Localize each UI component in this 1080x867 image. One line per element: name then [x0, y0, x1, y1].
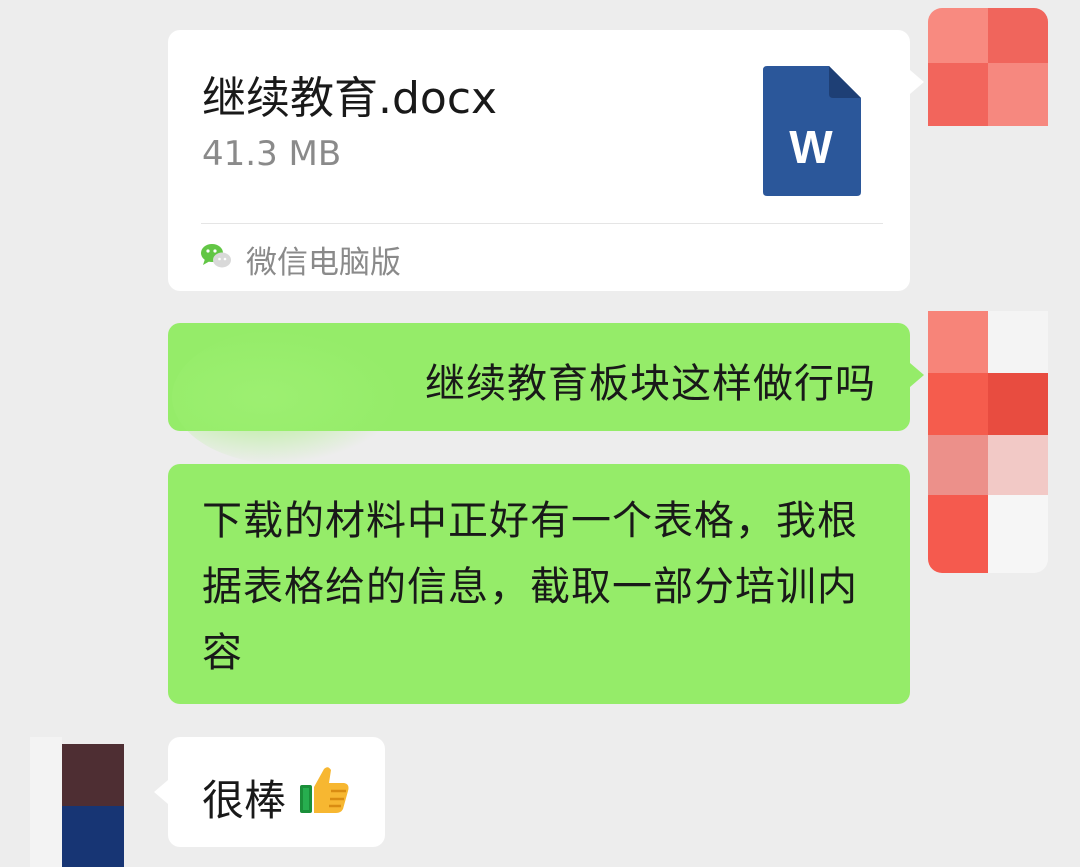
- file-message-card[interactable]: 继续教育.docx 41.3 MB W 微信电脑版: [168, 30, 924, 291]
- file-size: 41.3 MB: [202, 134, 342, 174]
- avatar[interactable]: [928, 8, 1048, 573]
- file-name: 继续教育.docx: [202, 73, 498, 124]
- word-doc-icon: W: [763, 66, 861, 196]
- sent-message-bubble[interactable]: 下载的材料中正好有一个表格，我根据表格给的信息，截取一部分培训内容: [168, 464, 910, 704]
- received-message-bubble[interactable]: 很棒: [154, 737, 385, 847]
- sent-message-bubble[interactable]: 继续教育板块这样做行吗: [168, 323, 924, 465]
- message-text: 下载的材料中正好有一个表格，我根据表格给的信息，截取一部分培训内容: [202, 498, 858, 676]
- blur-overlay: [172, 329, 402, 465]
- source-label: 微信电脑版: [246, 245, 401, 281]
- message-text: 很棒: [202, 776, 287, 825]
- card-divider: [201, 223, 883, 224]
- message-text: 继续教育板块这样做行吗: [425, 361, 876, 407]
- svg-text:W: W: [789, 121, 833, 173]
- contact-avatar[interactable]: [30, 737, 138, 867]
- thumbs-up-icon: [300, 767, 349, 813]
- wechat-icon: [201, 244, 231, 268]
